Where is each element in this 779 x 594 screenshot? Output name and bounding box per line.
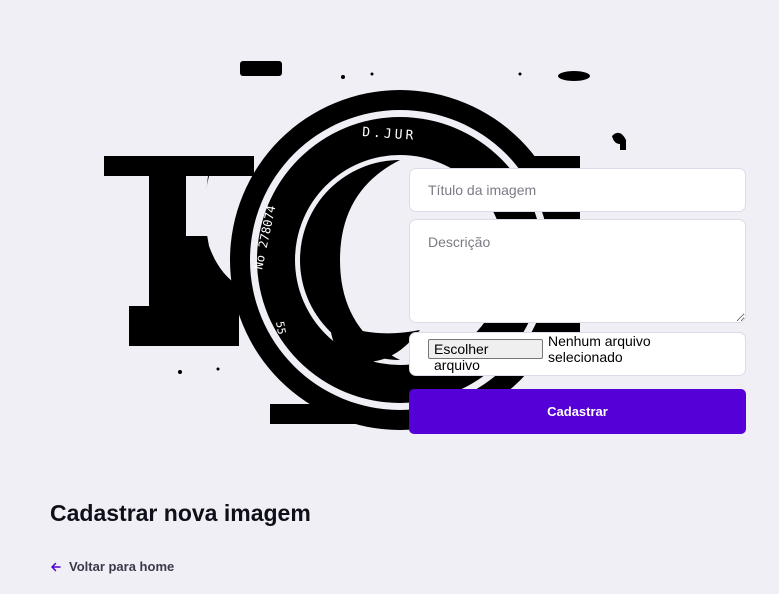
arrow-left-icon: [51, 562, 61, 571]
description-textarea[interactable]: [409, 219, 746, 323]
image-title-input[interactable]: [409, 168, 746, 212]
new-image-form: Escolher arquivo Nenhum arquivo selecion…: [409, 168, 746, 434]
lens-focal-text: 55: [273, 320, 288, 335]
file-status-text: Nenhum arquivo selecionado: [547, 333, 651, 365]
page-title: Cadastrar nova imagem: [50, 500, 311, 526]
file-upload-field: Escolher arquivo Nenhum arquivo selecion…: [409, 332, 746, 376]
choose-file-button[interactable]: Escolher arquivo: [428, 339, 543, 373]
back-link-label: Voltar para home: [69, 559, 175, 574]
submit-button[interactable]: Cadastrar: [409, 389, 746, 434]
back-to-home-link[interactable]: Voltar para home: [50, 559, 174, 574]
